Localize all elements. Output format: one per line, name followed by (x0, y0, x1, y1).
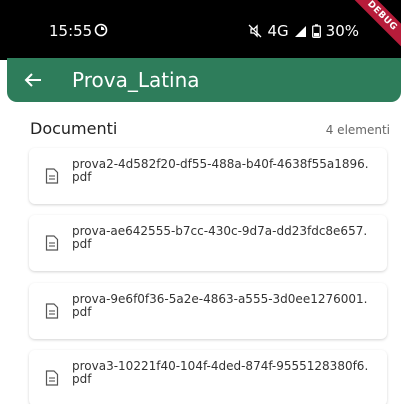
document-item[interactable]: prova-ae642555-b7cc-430c-9d7a-dd23fdc8e6… (29, 215, 387, 271)
item-count: 4 elementi (325, 123, 390, 137)
page-title: Prova_Latina (72, 68, 200, 92)
section-title: Documenti (30, 119, 118, 138)
document-name: prova-ae642555-b7cc-430c-9d7a-dd23fdc8e6… (72, 224, 368, 251)
document-icon (45, 168, 59, 184)
document-icon (45, 303, 59, 319)
sync-icon (94, 23, 108, 37)
document-item[interactable]: prova-9e6f0f36-5a2e-4863-a555-3d0ee12760… (29, 283, 387, 339)
status-bar: 15:55 4G 30% DEBUG (0, 0, 401, 60)
documents-header: Documenti 4 elementi (30, 119, 390, 141)
document-name: prova2-4d582f20-df55-488a-b40f-4638f55a1… (72, 157, 369, 184)
battery-percent: 30% (325, 22, 359, 40)
battery-icon (311, 24, 321, 38)
document-icon (45, 370, 59, 386)
mute-icon (249, 24, 262, 38)
document-name: prova-9e6f0f36-5a2e-4863-a555-3d0ee12760… (72, 292, 368, 319)
document-item[interactable]: prova2-4d582f20-df55-488a-b40f-4638f55a1… (29, 148, 387, 204)
app-bar: Prova_Latina (7, 58, 401, 102)
signal-icon (294, 25, 306, 37)
document-name: prova3-10221f40-104f-4ded-874f-955512838… (72, 359, 369, 386)
status-time: 15:55 (49, 22, 93, 40)
network-type: 4G (267, 22, 289, 40)
document-icon (45, 235, 59, 251)
arrow-left-icon[interactable] (21, 68, 45, 92)
document-item[interactable]: prova3-10221f40-104f-4ded-874f-955512838… (29, 350, 387, 404)
status-indicators: 4G 30% (248, 22, 359, 40)
